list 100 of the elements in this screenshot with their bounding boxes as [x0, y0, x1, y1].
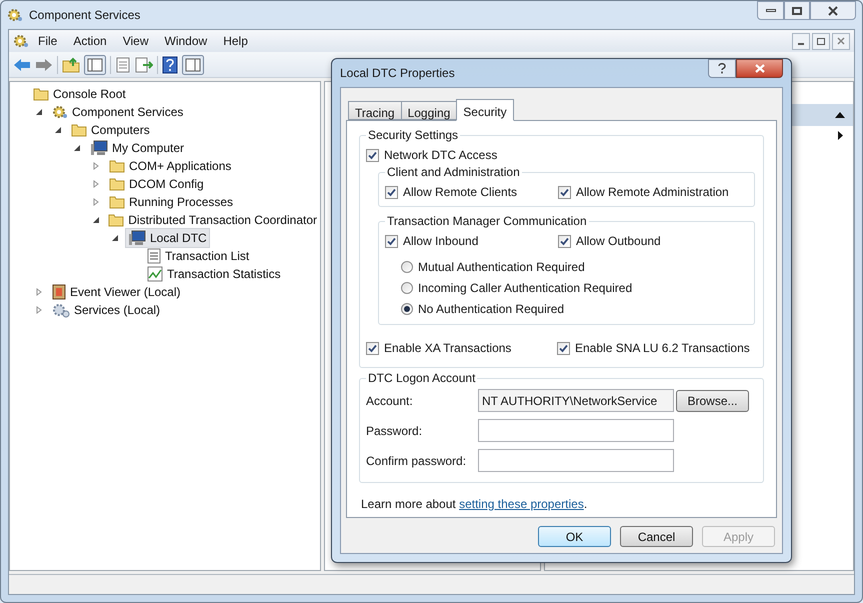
- menu-item[interactable]: Window: [158, 32, 214, 50]
- close-icon: [754, 64, 764, 73]
- expand-arrow-icon[interactable]: [35, 288, 43, 296]
- tree-item[interactable]: Services (Local): [49, 300, 164, 320]
- field-label: Account:: [366, 392, 414, 410]
- gear-icon: [13, 33, 29, 49]
- minimize-button[interactable]: [757, 1, 784, 20]
- checkbox[interactable]: [558, 234, 571, 248]
- tree-item[interactable]: Console Root: [30, 84, 129, 104]
- tab[interactable]: Logging: [400, 101, 458, 120]
- tree-item[interactable]: DCOM Config: [106, 174, 207, 194]
- checkbox-label: Enable XA Transactions: [384, 340, 512, 357]
- expand-arrow-icon[interactable]: [35, 306, 43, 314]
- dialog-button[interactable]: Cancel: [620, 526, 693, 547]
- tab[interactable]: Security: [456, 99, 514, 121]
- radio-label: Mutual Authentication Required: [418, 259, 585, 276]
- close-icon: [837, 37, 845, 45]
- close-icon: [828, 6, 838, 16]
- gear-icon: [52, 104, 68, 120]
- checkbox-label: Allow Remote Clients: [403, 184, 518, 201]
- radio-label: Incoming Caller Authentication Required: [418, 280, 632, 297]
- folder-icon: [109, 177, 125, 191]
- minimize-button[interactable]: [792, 32, 810, 50]
- checkbox[interactable]: [558, 186, 571, 198]
- tree-item[interactable]: Distributed Transaction Coordinator: [105, 210, 320, 230]
- tree-item[interactable]: Transaction Statistics: [144, 264, 284, 284]
- help-icon[interactable]: [162, 56, 178, 74]
- chart-icon: [147, 266, 163, 282]
- checkbox-label: Allow Outbound: [576, 233, 661, 250]
- collapse-arrow-icon[interactable]: [35, 108, 43, 116]
- group-title: Security Settings: [366, 128, 460, 143]
- gear-icon: [7, 7, 23, 23]
- checkbox-label: Allow Inbound: [403, 233, 478, 250]
- menu-item[interactable]: Help: [216, 32, 255, 50]
- tab[interactable]: Tracing: [348, 101, 402, 120]
- show-tree-icon[interactable]: [84, 54, 106, 74]
- tree-item[interactable]: Component Services: [49, 102, 186, 122]
- collapse-icon[interactable]: [835, 112, 845, 118]
- folder-icon: [33, 87, 49, 101]
- export-icon[interactable]: [135, 56, 153, 72]
- window-title: Component Services: [29, 7, 140, 24]
- browse-button[interactable]: Browse...: [676, 390, 749, 412]
- help-icon: [718, 63, 726, 74]
- checkbox[interactable]: [385, 234, 398, 248]
- checkbox[interactable]: [366, 148, 379, 162]
- checkbox[interactable]: [385, 186, 398, 198]
- help-button[interactable]: [708, 59, 736, 78]
- tree-item[interactable]: Event Viewer (Local): [49, 282, 184, 302]
- expand-arrow-icon[interactable]: [92, 162, 100, 170]
- folder-icon: [109, 195, 125, 209]
- document-icon[interactable]: [115, 56, 131, 72]
- menu-item[interactable]: File: [31, 32, 64, 50]
- expand-arrow-icon[interactable]: [92, 198, 100, 206]
- checkbox[interactable]: [557, 342, 570, 354]
- menu-item[interactable]: View: [116, 32, 156, 50]
- radio-button[interactable]: [401, 261, 413, 273]
- field-label: Password:: [366, 422, 424, 440]
- dialog-title: Local DTC Properties: [340, 65, 455, 82]
- tree-item[interactable]: Computers: [68, 120, 153, 140]
- tree-item[interactable]: My Computer: [87, 138, 188, 158]
- collapse-arrow-icon[interactable]: [73, 144, 81, 152]
- dialog-button[interactable]: OK: [538, 526, 611, 547]
- folder-icon: [109, 159, 125, 173]
- checkbox-label: Allow Remote Administration: [576, 184, 729, 201]
- tree-item[interactable]: COM+ Applications: [106, 156, 234, 176]
- gears-icon: [52, 302, 70, 318]
- text-field[interactable]: [478, 449, 674, 472]
- collapse-arrow-icon[interactable]: [92, 216, 100, 224]
- restore-button[interactable]: [812, 32, 830, 50]
- checkbox-label: Network DTC Access: [384, 147, 498, 164]
- learn-more-text: Learn more about setting these properties.: [360, 496, 588, 513]
- maximize-button[interactable]: [784, 1, 810, 20]
- radio-button[interactable]: [401, 282, 413, 294]
- list-icon: [147, 248, 161, 264]
- collapse-arrow-icon[interactable]: [111, 234, 119, 242]
- up-folder-icon[interactable]: [62, 56, 80, 72]
- tree-item[interactable]: Running Processes: [106, 192, 236, 212]
- radio-label: No Authentication Required: [418, 301, 564, 318]
- computer-icon: [128, 230, 146, 246]
- field-label: Confirm password:: [366, 452, 468, 470]
- close-button[interactable]: [810, 1, 856, 20]
- show-action-pane-icon[interactable]: [182, 54, 204, 74]
- log-book-icon: [52, 284, 66, 300]
- forward-arrow-icon[interactable]: [35, 58, 53, 72]
- checkbox[interactable]: [366, 342, 379, 354]
- folder-icon: [71, 123, 87, 137]
- collapse-arrow-icon[interactable]: [54, 126, 62, 134]
- text-field[interactable]: [478, 419, 674, 442]
- checkbox-label: Enable SNA LU 6.2 Transactions: [575, 340, 750, 357]
- radio-button[interactable]: [401, 303, 413, 315]
- back-arrow-icon[interactable]: [13, 58, 31, 72]
- text-field[interactable]: NT AUTHORITY\NetworkService: [478, 389, 674, 412]
- properties-link[interactable]: setting these properties: [459, 497, 584, 511]
- menu-item[interactable]: Action: [66, 32, 114, 50]
- close-button[interactable]: [736, 59, 783, 78]
- tree-item[interactable]: Local DTC: [125, 228, 210, 248]
- group-title: DTC Logon Account: [366, 371, 478, 386]
- submenu-arrow-icon[interactable]: [838, 130, 843, 140]
- tree-item[interactable]: Transaction List: [144, 246, 252, 266]
- expand-arrow-icon[interactable]: [92, 180, 100, 188]
